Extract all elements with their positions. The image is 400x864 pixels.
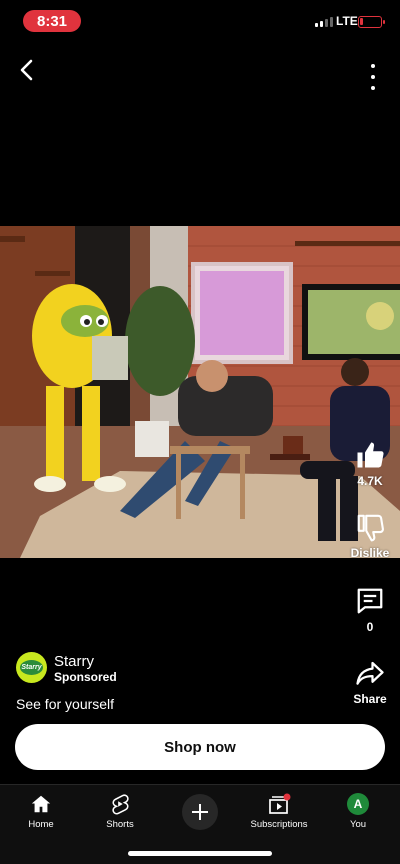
more-options-button[interactable] [362,64,384,90]
nav-create[interactable] [160,793,240,830]
network-label: LTE [336,14,358,28]
status-time: 8:31 [23,10,81,32]
nav-shorts-label: Shorts [106,819,134,830]
ad-caption: See for yourself [16,696,115,712]
battery-icon [358,16,385,28]
nav-home[interactable]: Home [1,793,81,830]
sponsored-label: Sponsored [54,670,117,684]
dislike-label: Dislike [350,546,390,560]
chevron-left-icon [20,59,33,81]
sponsor-logo-text: Starry [20,660,43,675]
create-button[interactable] [182,794,218,830]
dislike-button[interactable]: Dislike [340,512,400,560]
plus-icon [192,804,208,820]
home-indicator [128,851,272,856]
shorts-icon [112,794,129,815]
thumbs-up-icon [357,442,384,468]
share-button[interactable]: Share [340,658,400,706]
video-player[interactable] [0,226,400,558]
back-button[interactable] [14,56,42,84]
share-icon [356,661,384,685]
sponsor-name[interactable]: Starry [54,653,94,670]
like-count: 4.7K [357,474,383,488]
comment-count: 0 [366,620,374,634]
thumbs-down-icon [357,514,384,542]
home-icon [31,795,51,813]
sponsor-avatar[interactable]: Starry [16,652,47,683]
nav-you[interactable]: A You [318,793,398,830]
status-bar: 8:31 LTE [0,0,400,44]
shop-now-button[interactable]: Shop now [15,724,385,770]
like-button[interactable]: 4.7K [340,440,400,488]
nav-you-label: You [349,819,367,830]
nav-subscriptions[interactable]: Subscriptions [239,793,319,830]
video-frame [0,226,400,558]
share-label: Share [353,692,387,706]
signal-icon [315,15,333,27]
subscriptions-icon [269,793,291,814]
nav-subscriptions-label: Subscriptions [250,819,308,830]
comment-button[interactable]: 0 [340,586,400,634]
user-avatar: A [347,793,369,815]
nav-shorts[interactable]: Shorts [80,793,160,830]
comment-icon [357,588,383,614]
nav-home-label: Home [28,819,54,830]
